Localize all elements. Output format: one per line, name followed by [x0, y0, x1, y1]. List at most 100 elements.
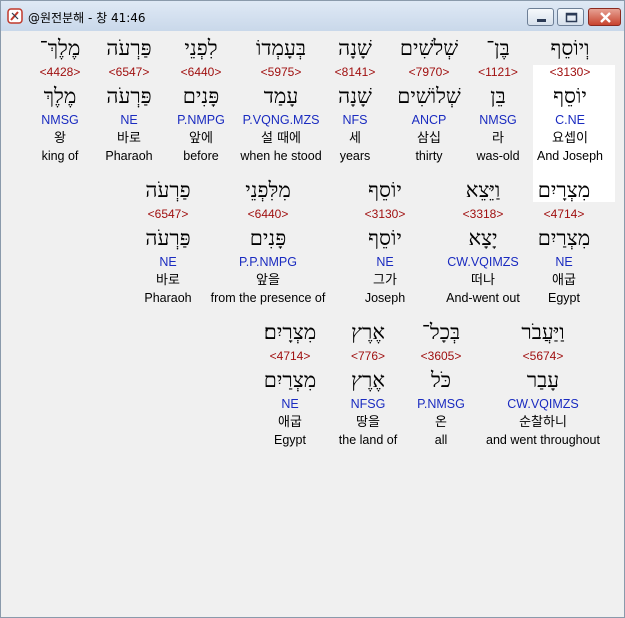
strong-number: <6440> [180, 65, 222, 79]
hebrew-word: שְׁלֹשִׁים [399, 36, 459, 60]
hebrew-word: פַרְעֹה [145, 178, 191, 202]
minimize-button[interactable] [527, 8, 554, 26]
maximize-button[interactable] [557, 8, 584, 26]
english-gloss: from the presence of [210, 291, 326, 305]
strong-number: <1121> [478, 65, 518, 79]
english-gloss: and went throughout [486, 433, 600, 447]
strong-number: <5674> [522, 349, 564, 363]
hebrew-word: וַיֵּצֵא [465, 178, 501, 202]
lemma-word: שָׁנָה [338, 84, 372, 108]
close-icon [600, 12, 611, 23]
hebrew-word: מֶלֶךְ־ [39, 36, 81, 60]
lemma-word: יוֹסֵף [368, 226, 402, 250]
lemma-word: מִצְרַיִם [537, 226, 591, 250]
parsing-code: NE [120, 113, 138, 127]
hebrew-word: בֶּן־ [486, 36, 510, 60]
parsing-code: NE [159, 255, 177, 269]
parsing-code: NE [376, 255, 394, 269]
strong-number: <4714> [543, 207, 585, 221]
lemma-word: שְׁלוֹשִׁים [397, 84, 461, 108]
korean-gloss: 바로 [156, 273, 180, 288]
strong-number: <4428> [39, 65, 81, 79]
title-bar[interactable]: @원전분해 - 창 41:46 [1, 1, 624, 31]
english-gloss: Egypt [274, 433, 306, 447]
english-gloss: thirty [415, 149, 443, 163]
english-gloss: Egypt [548, 291, 580, 305]
parsing-code: NE [555, 255, 573, 269]
hebrew-word: פַּרְעֹה [106, 36, 152, 60]
english-gloss: when he stood [240, 149, 322, 163]
app-icon [7, 8, 23, 24]
lemma-word: מֶלֶךְ [43, 84, 77, 108]
english-gloss: the land of [338, 433, 398, 447]
hebrew-word: אֶרֶץ [351, 320, 385, 344]
lemma-word: כֹּל [430, 368, 452, 392]
strong-number: <3130> [549, 65, 591, 79]
hebrew-word: מִצְרָיִם [537, 178, 591, 202]
app-window: @원전분해 - 창 41:46 וְיוֹסֵף <3130> יוֹסֵף C.NE… [0, 0, 625, 618]
korean-gloss: 순찰하니 [519, 415, 567, 430]
korean-gloss: 왕 [54, 131, 66, 146]
lemma-word: פַּרְעֹה [145, 226, 191, 250]
strong-number: <6547> [147, 207, 189, 221]
lemma-word: בֵּן [490, 84, 506, 108]
interlinear-view: וְיוֹסֵף <3130> יוֹסֵף C.NE 요셉이 And Joseph בֶּ… [5, 31, 621, 613]
korean-gloss: 떠나 [471, 273, 495, 288]
parsing-code: C.NE [555, 113, 585, 127]
lemma-word: אֶרֶץ [351, 368, 385, 392]
hebrew-word: וְיוֹסֵף [550, 36, 590, 60]
korean-gloss: 애굽 [552, 273, 576, 288]
english-gloss: years [339, 149, 371, 163]
parsing-code: NFSG [350, 397, 386, 411]
hebrew-word: בְּכָל־ [421, 320, 461, 344]
korean-gloss: 요셉이 [552, 131, 588, 146]
english-gloss: before [183, 149, 219, 163]
english-gloss: Joseph [364, 291, 406, 305]
close-button[interactable] [588, 8, 621, 26]
lemma-word: יָצָא [468, 226, 498, 250]
hebrew-word: יוֹסֵף [368, 178, 402, 202]
parsing-code: P.NMPG [177, 113, 225, 127]
english-gloss: king of [41, 149, 79, 163]
hebrew-word: שָׁנָה [338, 36, 372, 60]
korean-gloss: 온 [435, 415, 447, 430]
korean-gloss: 그가 [373, 273, 397, 288]
hebrew-word: בְּעָמְדוֹ [256, 36, 306, 60]
strong-number: <3130> [364, 207, 406, 221]
parsing-code: NMSG [479, 113, 517, 127]
korean-gloss: 애굽 [278, 415, 302, 430]
parsing-code: CW.VQIMZS [447, 255, 519, 269]
window-title: @원전분해 - 창 41:46 [28, 11, 146, 25]
korean-gloss: 앞을 [256, 273, 280, 288]
korean-gloss: 땅을 [356, 415, 380, 430]
hebrew-word: מִצְרָיִם׃ [263, 320, 317, 344]
strong-number: <4714> [269, 349, 311, 363]
strong-number: <5975> [260, 65, 302, 79]
strong-number: <6547> [108, 65, 150, 79]
lemma-word: פָּנִים [249, 226, 287, 250]
lemma-word: יוֹסֵף [553, 84, 587, 108]
korean-gloss: 바로 [117, 131, 141, 146]
english-gloss: Pharaoh [144, 291, 192, 305]
lemma-word: פָּנִים [182, 84, 220, 108]
minimize-icon [537, 19, 546, 22]
parsing-code: CW.VQIMZS [507, 397, 579, 411]
english-gloss: And Joseph [536, 149, 604, 163]
strong-number: <6440> [247, 207, 289, 221]
korean-gloss: 설 때에 [260, 131, 302, 146]
strong-number: <8141> [334, 65, 376, 79]
korean-gloss: 세 [349, 131, 361, 146]
parsing-code: NMSG [41, 113, 79, 127]
english-gloss: Pharaoh [105, 149, 153, 163]
parsing-code: P.NMSG [417, 397, 465, 411]
korean-gloss: 앞에 [189, 131, 213, 146]
lemma-word: פַּרְעֹה [106, 84, 152, 108]
maximize-icon [565, 12, 578, 23]
english-gloss: And-went out [446, 291, 520, 305]
parsing-code: P.VQNG.MZS [242, 113, 320, 127]
english-gloss: was-old [476, 149, 520, 163]
lemma-word: עָבַר [526, 368, 560, 392]
parsing-code: NE [281, 397, 299, 411]
strong-number: <3318> [462, 207, 504, 221]
lemma-word: מִצְרַיִם [263, 368, 317, 392]
